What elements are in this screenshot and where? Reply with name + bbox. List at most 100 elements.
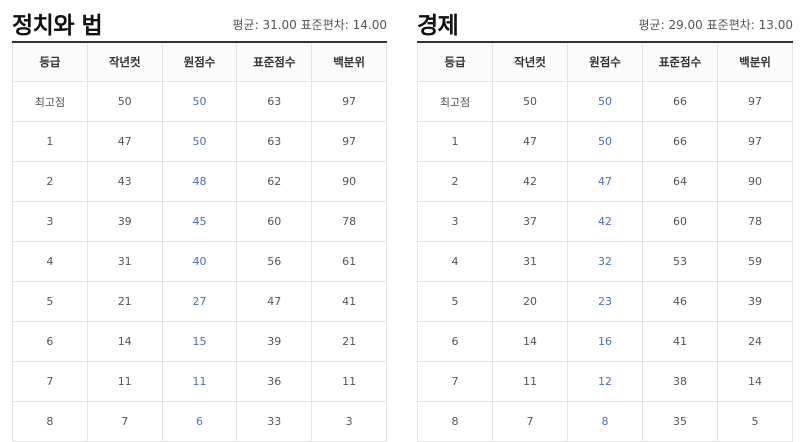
- cell-raw-score: 47: [567, 161, 643, 202]
- panel-politics-law: 정치와 법 평균: 31.00 표준편차: 14.00 등급 작년컷 원점수 표…: [12, 0, 387, 442]
- cell-grade: 4: [417, 241, 493, 282]
- table-row: 4 31 40 56 61: [12, 241, 387, 282]
- cell-raw-score: 45: [161, 201, 238, 242]
- cell-grade: 2: [417, 161, 493, 202]
- grade-table: 등급 작년컷 원점수 표준점수 백분위 최고점 50 50 63 97 1 47 50 63 97…: [12, 41, 387, 442]
- header-percentile: 백분위: [717, 41, 793, 82]
- panel-stats: 평균: 29.00 표준편차: 13.00: [638, 18, 793, 32]
- table-header-row: 등급 작년컷 원점수 표준점수 백분위: [417, 41, 793, 82]
- cell-raw-score: 15: [161, 321, 238, 362]
- table-header-row: 등급 작년컷 원점수 표준점수 백분위: [12, 41, 387, 82]
- cell-raw-score: 16: [567, 321, 643, 362]
- cell-last-year-cut: 47: [86, 121, 163, 162]
- panel-stats: 평균: 31.00 표준편차: 14.00: [232, 18, 387, 32]
- cell-standard-score: 47: [236, 281, 313, 322]
- cell-raw-score: 50: [161, 121, 238, 162]
- cell-standard-score: 38: [642, 361, 718, 402]
- cell-standard-score: 33: [236, 401, 313, 442]
- cell-raw-score: 50: [567, 121, 643, 162]
- cell-last-year-cut: 31: [492, 241, 568, 282]
- cell-grade: 2: [12, 161, 88, 202]
- cell-percentile: 21: [311, 321, 387, 362]
- cell-grade: 1: [417, 121, 493, 162]
- cell-raw-score: 11: [161, 361, 238, 402]
- cell-percentile: 90: [717, 161, 793, 202]
- cell-standard-score: 63: [236, 81, 313, 122]
- cell-raw-score: 23: [567, 281, 643, 322]
- cell-standard-score: 60: [236, 201, 313, 242]
- cell-percentile: 61: [311, 241, 387, 282]
- table-body: 최고점 50 50 66 97 1 47 50 66 97 2 42 47 64 90 3 37 42 60 78 4 3…: [417, 81, 793, 442]
- cell-last-year-cut: 7: [86, 401, 163, 442]
- cell-percentile: 97: [311, 81, 387, 122]
- cell-last-year-cut: 11: [86, 361, 163, 402]
- cell-standard-score: 60: [642, 201, 718, 242]
- cell-last-year-cut: 47: [492, 121, 568, 162]
- cell-standard-score: 66: [642, 121, 718, 162]
- cell-grade: 3: [12, 201, 88, 242]
- cell-grade: 6: [417, 321, 493, 362]
- cell-raw-score: 32: [567, 241, 643, 282]
- cell-percentile: 24: [717, 321, 793, 362]
- panel-economics: 경제 평균: 29.00 표준편차: 13.00 등급 작년컷 원점수 표준점수…: [417, 0, 793, 442]
- page: 정치와 법 평균: 31.00 표준편차: 14.00 등급 작년컷 원점수 표…: [0, 0, 800, 442]
- cell-percentile: 3: [311, 401, 387, 442]
- cell-percentile: 97: [717, 121, 793, 162]
- table-row: 최고점 50 50 66 97: [417, 81, 793, 122]
- cell-raw-score: 50: [567, 81, 643, 122]
- table-row: 5 21 27 47 41: [12, 281, 387, 322]
- cell-grade: 3: [417, 201, 493, 242]
- cell-last-year-cut: 14: [492, 321, 568, 362]
- cell-grade: 7: [417, 361, 493, 402]
- cell-standard-score: 41: [642, 321, 718, 362]
- cell-percentile: 11: [311, 361, 387, 402]
- table-row: 3 37 42 60 78: [417, 201, 793, 242]
- grade-table: 등급 작년컷 원점수 표준점수 백분위 최고점 50 50 66 97 1 47 50 66 97…: [417, 41, 793, 442]
- panel-title: 경제: [417, 13, 459, 39]
- cell-percentile: 97: [311, 121, 387, 162]
- cell-grade: 6: [12, 321, 88, 362]
- cell-grade: 최고점: [417, 81, 493, 122]
- header-last-year-cut: 작년컷: [86, 41, 163, 82]
- cell-percentile: 78: [311, 201, 387, 242]
- cell-last-year-cut: 20: [492, 281, 568, 322]
- cell-percentile: 41: [311, 281, 387, 322]
- table-row: 6 14 15 39 21: [12, 321, 387, 362]
- table-row: 8 7 8 35 5: [417, 401, 793, 442]
- table-row: 2 43 48 62 90: [12, 161, 387, 202]
- header-percentile: 백분위: [311, 41, 387, 82]
- cell-raw-score: 6: [161, 401, 238, 442]
- cell-raw-score: 12: [567, 361, 643, 402]
- panel-title: 정치와 법: [12, 13, 103, 39]
- cell-last-year-cut: 39: [86, 201, 163, 242]
- table-row: 2 42 47 64 90: [417, 161, 793, 202]
- cell-standard-score: 56: [236, 241, 313, 282]
- cell-raw-score: 42: [567, 201, 643, 242]
- table-row: 7 11 11 36 11: [12, 361, 387, 402]
- cell-grade: 5: [417, 281, 493, 322]
- cell-grade: 4: [12, 241, 88, 282]
- header-standard-score: 표준점수: [236, 41, 313, 82]
- cell-standard-score: 46: [642, 281, 718, 322]
- cell-raw-score: 50: [161, 81, 238, 122]
- cell-last-year-cut: 14: [86, 321, 163, 362]
- cell-standard-score: 64: [642, 161, 718, 202]
- table-body: 최고점 50 50 63 97 1 47 50 63 97 2 43 48 62 90 3 39 45 60 78 4 3…: [12, 81, 387, 442]
- cell-percentile: 97: [717, 81, 793, 122]
- header-last-year-cut: 작년컷: [492, 41, 568, 82]
- cell-standard-score: 53: [642, 241, 718, 282]
- cell-standard-score: 63: [236, 121, 313, 162]
- table-row: 8 7 6 33 3: [12, 401, 387, 442]
- cell-standard-score: 39: [236, 321, 313, 362]
- panel-header: 정치와 법 평균: 31.00 표준편차: 14.00: [12, 0, 387, 41]
- table-row: 최고점 50 50 63 97: [12, 81, 387, 122]
- table-row: 7 11 12 38 14: [417, 361, 793, 402]
- panel-header: 경제 평균: 29.00 표준편차: 13.00: [417, 0, 793, 41]
- cell-grade: 8: [12, 401, 88, 442]
- header-raw-score: 원점수: [567, 41, 643, 82]
- cell-last-year-cut: 50: [492, 81, 568, 122]
- cell-percentile: 14: [717, 361, 793, 402]
- table-row: 6 14 16 41 24: [417, 321, 793, 362]
- cell-last-year-cut: 42: [492, 161, 568, 202]
- header-standard-score: 표준점수: [642, 41, 718, 82]
